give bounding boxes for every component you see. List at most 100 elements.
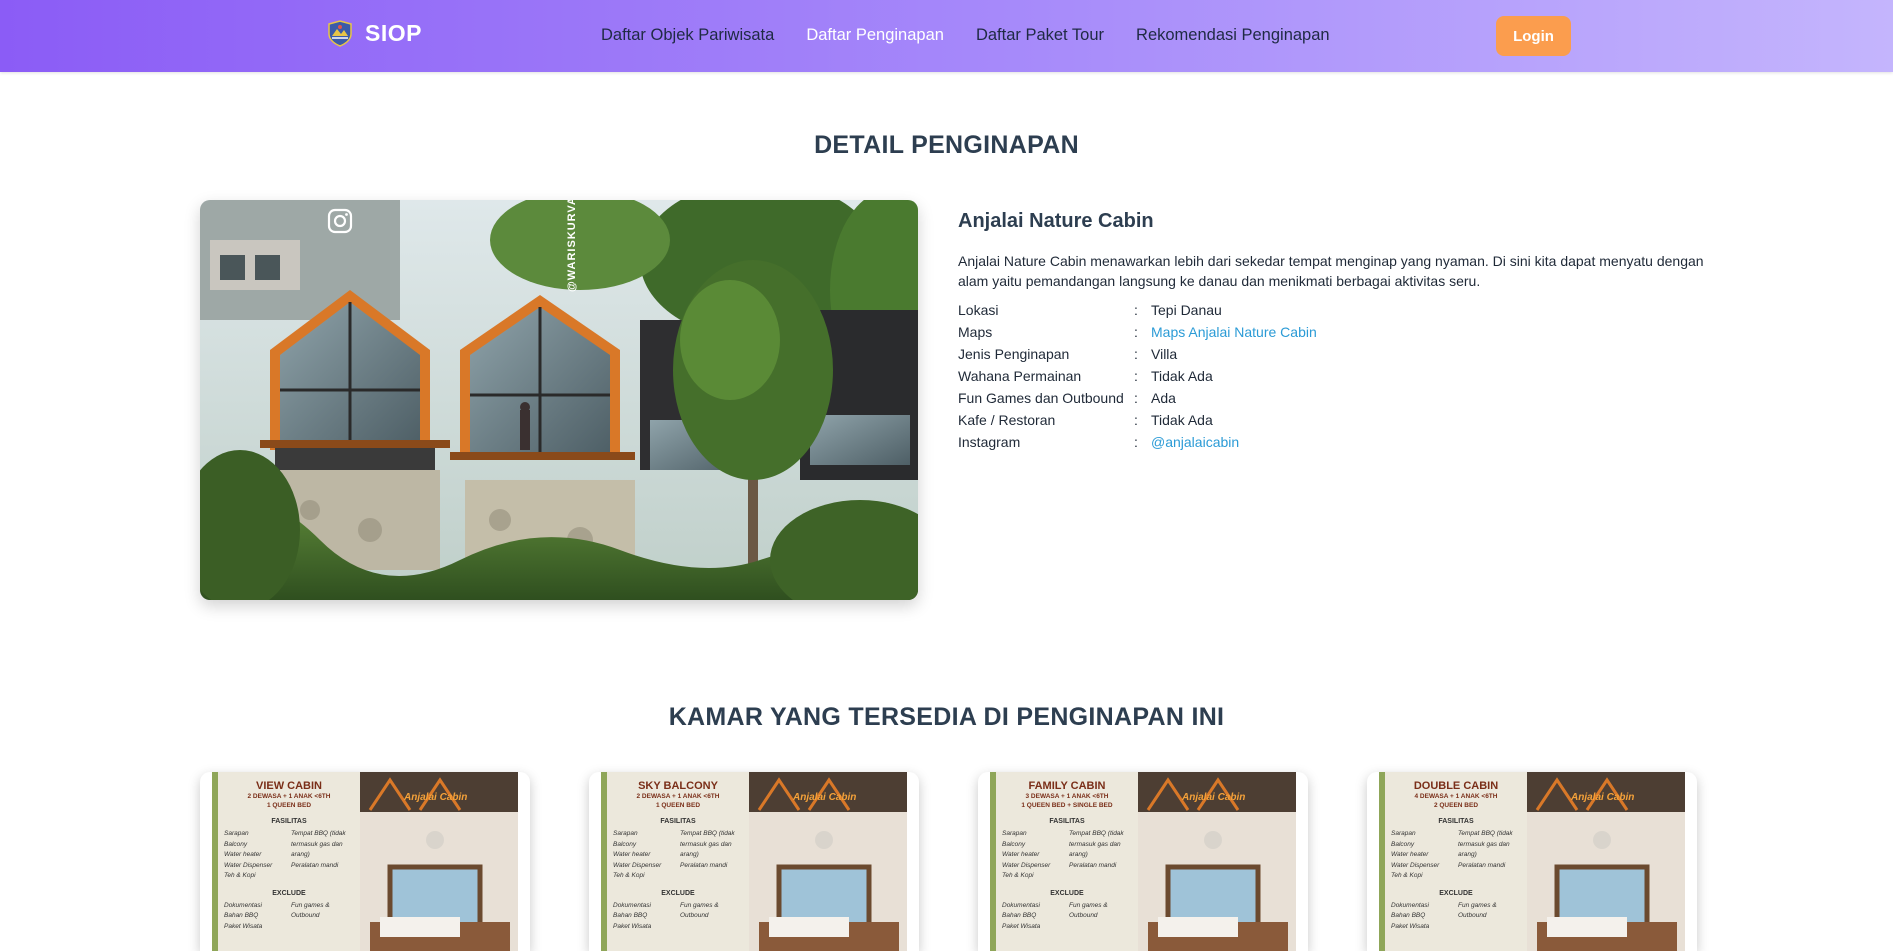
main-nav: Daftar Objek Pariwisata Daftar Penginapa… bbox=[601, 26, 1330, 45]
info-label: Wahana Permainan bbox=[958, 368, 1082, 384]
room-bed: 2 QUEEN BED bbox=[1433, 802, 1479, 809]
fasilitas-left: Sarapan Balcony Water heater Water Dispense… bbox=[224, 829, 287, 882]
flyer-text-panel: FAMILY CABIN 3 DEWASA + 1 ANAK <6TH 1 QU… bbox=[990, 772, 1138, 951]
flyer-list-item: Tempat BBQ (tidak termasuk gas dan arang… bbox=[680, 830, 735, 858]
info-row-kafe: Kafe / Restoran : Tidak Ada bbox=[958, 409, 1317, 431]
fasilitas-columns: Sarapan Balcony Water heater Water Dispense… bbox=[224, 829, 354, 882]
flyer-list-item: Dokumentasi bbox=[1002, 901, 1040, 909]
flyer-list-item: Water heater bbox=[1391, 851, 1429, 858]
brand-name: SIOP bbox=[365, 19, 422, 46]
exclude-columns: Dokumentasi Bahan BBQ Paket Wisata Fun gam… bbox=[1002, 901, 1132, 933]
accommodation-photo: @WARISKURVAN bbox=[200, 200, 918, 600]
info-row-instagram: Instagram : @anjalaicabin bbox=[958, 431, 1317, 453]
room-photo: Anjalai Cabin bbox=[749, 772, 907, 951]
exclude-left: Dokumentasi Bahan BBQ Paket Wisata bbox=[1391, 901, 1454, 933]
room-guests: 4 DEWASA + 1 ANAK <6TH bbox=[1414, 793, 1498, 800]
maps-link[interactable]: Maps Anjalai Nature Cabin bbox=[1151, 324, 1317, 340]
exclude-left: Dokumentasi Bahan BBQ Paket Wisata bbox=[1002, 901, 1065, 933]
room-title: SKY BALCONY bbox=[638, 780, 718, 792]
room-bed: 1 QUEEN BED bbox=[266, 802, 312, 809]
flyer-list-item: Sarapan bbox=[1002, 830, 1027, 837]
flyer-list-item: Balcony bbox=[224, 840, 248, 848]
flyer-list-item: Tempat BBQ (tidak termasuk gas dan arang… bbox=[291, 830, 346, 858]
flyer-brand: Anjalai Cabin bbox=[793, 792, 857, 803]
info-table: Lokasi : Tepi Danau Maps : Maps Anjalai … bbox=[958, 299, 1317, 453]
flyer-list-item: Water heater bbox=[1002, 851, 1040, 858]
info-separator: : bbox=[1134, 302, 1138, 318]
fasilitas-heading: FASILITAS bbox=[1438, 818, 1474, 825]
room-photo: Anjalai Cabin bbox=[1138, 772, 1296, 951]
accommodation-detail: Anjalai Nature Cabin Anjalai Nature Cabi… bbox=[958, 210, 1708, 453]
info-separator: : bbox=[1134, 390, 1138, 406]
flyer-list-item: Teh & Kopi bbox=[1391, 872, 1423, 879]
room-flyer: FAMILY CABIN 3 DEWASA + 1 ANAK <6TH 1 QU… bbox=[990, 772, 1296, 951]
page-title: DETAIL PENGINAPAN bbox=[814, 131, 1079, 159]
flyer-list-item: Sarapan bbox=[224, 830, 249, 837]
fasilitas-right: Tempat BBQ (tidak termasuk gas dan arang… bbox=[291, 829, 354, 882]
flyer-list-item: Peralatan mandi bbox=[680, 861, 728, 869]
info-separator: : bbox=[1134, 346, 1138, 362]
flyer-list-item: Water heater bbox=[224, 851, 262, 858]
flyer-brand: Anjalai Cabin bbox=[404, 792, 468, 803]
brand[interactable]: SIOP bbox=[325, 18, 422, 48]
info-label: Lokasi bbox=[958, 302, 999, 318]
nav-link-penginapan[interactable]: Daftar Penginapan bbox=[806, 26, 944, 45]
info-value: Tidak Ada bbox=[1151, 368, 1213, 384]
info-label: Maps bbox=[958, 324, 993, 340]
room-card-view-cabin[interactable]: VIEW CABIN 2 DEWASA + 1 ANAK <6TH 1 QUEE… bbox=[200, 772, 530, 951]
flyer-list-item: Water Dispenser bbox=[613, 861, 662, 869]
fasilitas-columns: Sarapan Balcony Water heater Water Dispense… bbox=[1002, 829, 1132, 882]
flyer-list-item: Bahan BBQ bbox=[224, 912, 259, 919]
exclude-heading: EXCLUDE bbox=[1050, 889, 1084, 897]
info-value: Villa bbox=[1151, 346, 1178, 362]
fasilitas-right: Tempat BBQ (tidak termasuk gas dan arang… bbox=[1458, 829, 1521, 882]
login-button[interactable]: Login bbox=[1496, 16, 1571, 56]
fasilitas-columns: Sarapan Balcony Water heater Water Dispense… bbox=[613, 829, 743, 882]
flyer-list-item: Teh & Kopi bbox=[224, 872, 256, 879]
exclude-left: Dokumentasi Bahan BBQ Paket Wisata bbox=[613, 901, 676, 933]
flyer-list-item: Bahan BBQ bbox=[613, 912, 648, 919]
instagram-link[interactable]: @anjalaicabin bbox=[1151, 434, 1239, 450]
info-label: Jenis Penginapan bbox=[958, 346, 1070, 362]
exclude-right: Fun games & Outbound bbox=[1458, 901, 1521, 933]
cabin-illustration bbox=[200, 200, 918, 600]
nav-link-paket-tour[interactable]: Daftar Paket Tour bbox=[976, 26, 1104, 45]
info-row-maps: Maps : Maps Anjalai Nature Cabin bbox=[958, 321, 1317, 343]
exclude-columns: Dokumentasi Bahan BBQ Paket Wisata Fun gam… bbox=[613, 901, 743, 933]
flyer-list-item: Water Dispenser bbox=[224, 861, 273, 869]
fasilitas-right: Tempat BBQ (tidak termasuk gas dan arang… bbox=[680, 829, 743, 882]
info-label: Instagram bbox=[958, 434, 1021, 450]
flyer-list-item: Sarapan bbox=[613, 830, 638, 837]
photo-credit: @WARISKURVAN bbox=[566, 200, 578, 292]
flyer-text-panel: DOUBLE CABIN 4 DEWASA + 1 ANAK <6TH 2 QU… bbox=[1379, 772, 1527, 951]
info-separator: : bbox=[1134, 434, 1138, 450]
flyer-list-item: Balcony bbox=[1002, 840, 1026, 848]
fasilitas-left: Sarapan Balcony Water heater Water Dispense… bbox=[613, 829, 676, 882]
exclude-right: Fun games & Outbound bbox=[291, 901, 354, 933]
flyer-text-panel: VIEW CABIN 2 DEWASA + 1 ANAK <6TH 1 QUEE… bbox=[212, 772, 360, 951]
room-card-sky-balcony[interactable]: SKY BALCONY 2 DEWASA + 1 ANAK <6TH 1 QUE… bbox=[589, 772, 919, 951]
info-separator: : bbox=[1134, 368, 1138, 384]
accommodation-name: Anjalai Nature Cabin bbox=[958, 210, 1154, 232]
room-card-family-cabin[interactable]: FAMILY CABIN 3 DEWASA + 1 ANAK <6TH 1 QU… bbox=[978, 772, 1308, 951]
exclude-heading: EXCLUDE bbox=[1439, 889, 1473, 897]
room-title: FAMILY CABIN bbox=[1028, 780, 1106, 792]
flyer-list-item: Paket Wisata bbox=[613, 922, 652, 930]
nav-link-rekomendasi[interactable]: Rekomendasi Penginapan bbox=[1136, 26, 1330, 45]
info-value: Tepi Danau bbox=[1151, 302, 1222, 318]
flyer-list-item: Sarapan bbox=[1391, 830, 1416, 837]
flyer-list-item: Dokumentasi bbox=[224, 901, 262, 909]
nav-link-objek-pariwisata[interactable]: Daftar Objek Pariwisata bbox=[601, 26, 774, 45]
fasilitas-heading: FASILITAS bbox=[1049, 818, 1085, 825]
flyer-text-panel: SKY BALCONY 2 DEWASA + 1 ANAK <6TH 1 QUE… bbox=[601, 772, 749, 951]
exclude-heading: EXCLUDE bbox=[272, 889, 306, 897]
room-guests: 3 DEWASA + 1 ANAK <6TH bbox=[1025, 793, 1109, 800]
room-card-double-cabin[interactable]: DOUBLE CABIN 4 DEWASA + 1 ANAK <6TH 2 QU… bbox=[1367, 772, 1697, 951]
flyer-list-item: Dokumentasi bbox=[613, 901, 651, 909]
flyer-list-item: Tempat BBQ (tidak termasuk gas dan arang… bbox=[1458, 830, 1513, 858]
flyer-list-item: Water Dispenser bbox=[1391, 861, 1440, 869]
flyer-list-item: Water heater bbox=[613, 851, 651, 858]
fasilitas-columns: Sarapan Balcony Water heater Water Dispense… bbox=[1391, 829, 1521, 882]
flyer-list-item: Water Dispenser bbox=[1002, 861, 1051, 869]
info-value: Ada bbox=[1151, 390, 1176, 406]
